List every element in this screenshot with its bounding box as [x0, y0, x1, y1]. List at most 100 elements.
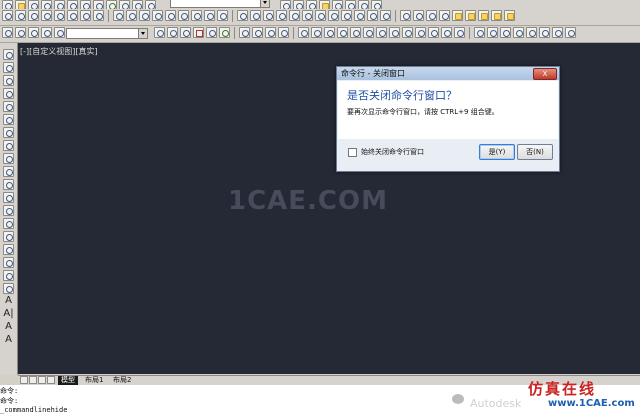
toolbar-icon[interactable] — [487, 27, 498, 38]
prev-tab-icon[interactable] — [29, 376, 37, 384]
toolbar-icon[interactable] — [380, 10, 391, 21]
always-close-checkbox[interactable]: 始终关闭命令行窗口 — [348, 147, 424, 157]
rotate-icon[interactable] — [3, 127, 14, 138]
viewport-label[interactable]: [-][自定义视图][真实] — [20, 46, 98, 57]
toolbar-icon[interactable] — [3, 205, 14, 216]
toolbar-icon[interactable] — [263, 10, 274, 21]
hatch-icon[interactable] — [93, 10, 104, 21]
search-icon[interactable] — [2, 27, 13, 38]
toolbar-icon[interactable] — [3, 244, 14, 255]
toolbar-icon[interactable] — [3, 101, 14, 112]
pencil-icon[interactable] — [3, 49, 14, 60]
checkbox-box[interactable] — [348, 147, 357, 157]
text-edit-icon[interactable]: A — [3, 334, 14, 345]
toolbar-icon[interactable] — [513, 27, 524, 38]
command-input[interactable]: _commandlinehide — [0, 406, 67, 414]
toolbar-icon[interactable] — [3, 88, 14, 99]
toolbar-icon[interactable] — [526, 27, 537, 38]
toolbar-icon[interactable] — [478, 10, 489, 21]
toolbar-icon[interactable] — [239, 27, 250, 38]
toolbar-icon[interactable] — [219, 27, 230, 38]
toolbar-icon[interactable] — [126, 10, 137, 21]
ellipse-icon[interactable] — [80, 10, 91, 21]
toolbar-icon[interactable] — [41, 27, 52, 38]
toolbar-icon[interactable] — [3, 192, 14, 203]
toolbar-icon[interactable] — [289, 10, 300, 21]
last-tab-icon[interactable] — [47, 376, 55, 384]
toolbar-icon[interactable] — [350, 27, 361, 38]
toolbar-icon[interactable] — [500, 27, 511, 38]
toolbar-icon[interactable] — [28, 27, 39, 38]
toolbar-icon[interactable] — [3, 179, 14, 190]
text-tool-icon[interactable]: A — [3, 295, 14, 306]
toolbar-icon[interactable] — [315, 10, 326, 21]
toolbar-icon[interactable] — [302, 10, 313, 21]
toolbar-icon[interactable] — [565, 27, 576, 38]
toolbar-icon[interactable] — [474, 27, 485, 38]
toolbar-icon[interactable] — [204, 10, 215, 21]
toolbar-icon[interactable] — [178, 10, 189, 21]
first-tab-icon[interactable] — [20, 376, 28, 384]
toolbar-icon[interactable] — [193, 27, 204, 38]
toolbar-icon[interactable] — [3, 75, 14, 86]
toolbar-icon[interactable] — [441, 27, 452, 38]
toolbar-icon[interactable] — [154, 27, 165, 38]
toolbar-icon[interactable] — [180, 27, 191, 38]
mtext-tool-icon[interactable]: A| — [3, 308, 14, 319]
toolbar-icon[interactable] — [552, 27, 563, 38]
toolbar-icon[interactable] — [439, 10, 450, 21]
toolbar-icon[interactable] — [276, 10, 287, 21]
toolbar-icon[interactable] — [298, 27, 309, 38]
toolbar-icon[interactable] — [15, 27, 26, 38]
text-style-icon[interactable]: A — [3, 321, 14, 332]
toolbar-icon[interactable] — [324, 27, 335, 38]
toolbar-icon[interactable] — [3, 62, 14, 73]
chevron-down-icon[interactable] — [260, 0, 269, 7]
toolbar-icon[interactable] — [152, 10, 163, 21]
arc-icon[interactable] — [41, 10, 52, 21]
toolbar-icon[interactable] — [217, 10, 228, 21]
polygon-icon[interactable] — [67, 10, 78, 21]
toolbar-icon[interactable] — [3, 166, 14, 177]
toolbar-icon[interactable] — [389, 27, 400, 38]
next-tab-icon[interactable] — [38, 376, 46, 384]
toolbar-icon[interactable] — [3, 153, 14, 164]
toolbar-icon[interactable] — [400, 10, 411, 21]
dialog-titlebar[interactable]: 命令行 - 关闭窗口 X — [337, 67, 559, 80]
layer-combo[interactable] — [66, 28, 148, 39]
toolbar-icon[interactable] — [278, 27, 289, 38]
toolbar-icon[interactable] — [363, 27, 374, 38]
toolbar-icon[interactable] — [337, 27, 348, 38]
tab-layout2[interactable]: 布局2 — [110, 376, 134, 385]
tab-model[interactable]: 模型 — [58, 376, 78, 385]
rectangle-icon[interactable] — [54, 10, 65, 21]
toolbar-icon[interactable] — [491, 10, 502, 21]
toolbar-icon[interactable] — [328, 10, 339, 21]
toolbar-icon[interactable] — [539, 27, 550, 38]
toolbar-icon[interactable] — [3, 257, 14, 268]
toolbar-icon[interactable] — [139, 10, 150, 21]
move-icon[interactable] — [3, 114, 14, 125]
close-button[interactable]: X — [533, 68, 557, 80]
toolbar-icon[interactable] — [341, 10, 352, 21]
toolbar-icon[interactable] — [3, 283, 14, 294]
toolbar-icon[interactable] — [415, 27, 426, 38]
chevron-down-icon[interactable] — [138, 29, 147, 38]
toolbar-icon[interactable] — [426, 10, 437, 21]
no-button[interactable]: 否(N) — [517, 144, 553, 160]
toolbar-icon[interactable] — [465, 10, 476, 21]
toolbar-icon[interactable] — [206, 27, 217, 38]
tab-layout1[interactable]: 布局1 — [82, 376, 106, 385]
toolbar-icon[interactable] — [428, 27, 439, 38]
toolbar-icon[interactable] — [237, 10, 248, 21]
toolbar-icon[interactable] — [3, 270, 14, 281]
toolbar-icon[interactable] — [354, 10, 365, 21]
toolbar-icon[interactable] — [3, 140, 14, 151]
circle-icon[interactable] — [28, 10, 39, 21]
toolbar-icon[interactable] — [3, 231, 14, 242]
toolbar-icon[interactable] — [452, 10, 463, 21]
search-combo[interactable] — [170, 0, 270, 8]
toolbar-icon[interactable] — [54, 27, 65, 38]
toolbar-icon[interactable] — [265, 27, 276, 38]
toolbar-icon[interactable] — [454, 27, 465, 38]
